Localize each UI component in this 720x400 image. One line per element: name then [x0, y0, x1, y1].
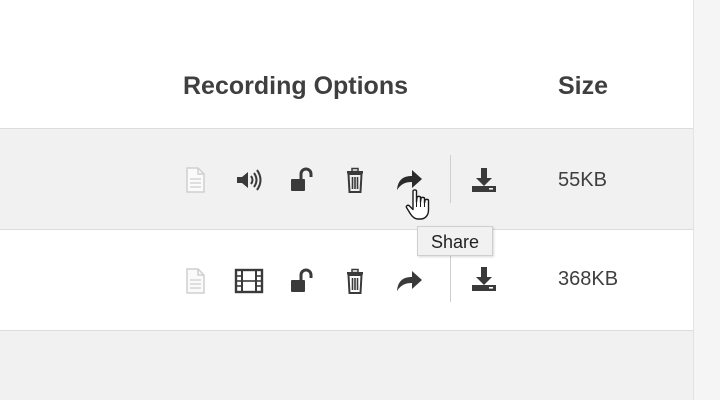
action-separator	[450, 254, 451, 302]
table-header: Recording Options Size	[0, 0, 693, 129]
download-icon[interactable]	[469, 165, 499, 195]
speaker-icon[interactable]	[234, 165, 264, 195]
column-header-recording-options: Recording Options	[183, 72, 408, 100]
share-icon[interactable]	[394, 266, 424, 296]
trash-icon[interactable]	[340, 266, 370, 296]
document-icon[interactable]	[180, 266, 210, 296]
recordings-table: Recording Options Size 55KB 368KB Share	[0, 0, 720, 400]
film-icon[interactable]	[234, 266, 264, 296]
table-row: 368KB	[0, 230, 693, 331]
column-header-size: Size	[558, 72, 609, 100]
hand-cursor-icon	[404, 188, 438, 222]
trash-icon[interactable]	[340, 165, 370, 195]
file-size: 368KB	[558, 268, 619, 290]
table-footer-area	[0, 331, 693, 400]
share-tooltip: Share	[417, 226, 493, 256]
table-row: 55KB	[0, 129, 693, 230]
unlock-icon[interactable]	[288, 266, 318, 296]
unlock-icon[interactable]	[288, 165, 318, 195]
page-edge	[693, 0, 720, 400]
file-size: 55KB	[558, 169, 607, 191]
download-icon[interactable]	[469, 264, 499, 294]
document-icon[interactable]	[180, 165, 210, 195]
action-separator	[450, 155, 451, 203]
